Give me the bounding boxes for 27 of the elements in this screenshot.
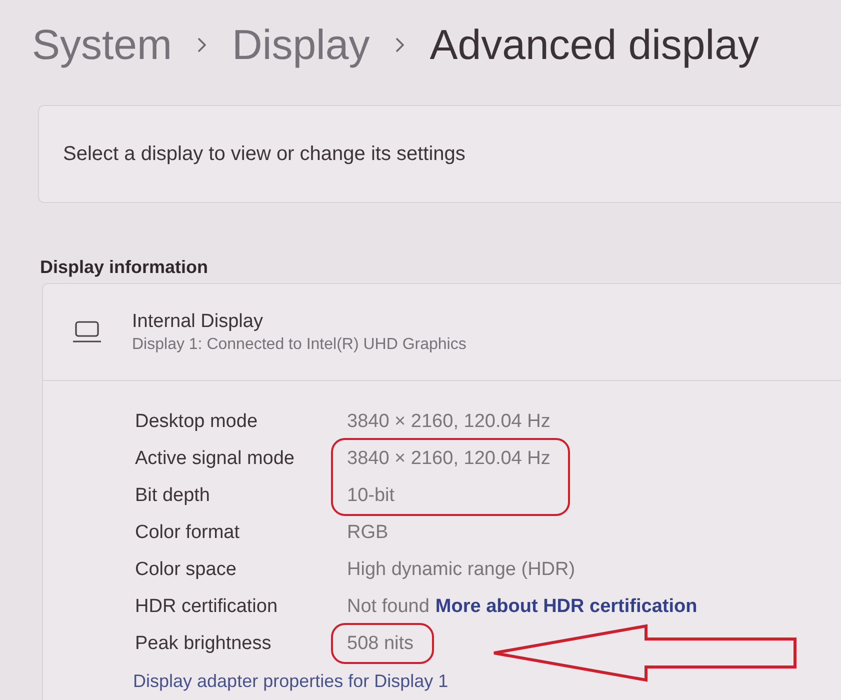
value-text: 508 nits bbox=[347, 632, 414, 656]
laptop-icon bbox=[73, 321, 101, 343]
property-label: Active signal mode bbox=[135, 446, 294, 470]
property-label: Peak brightness bbox=[135, 632, 272, 656]
value-text: RGB bbox=[347, 520, 388, 544]
display-name: Internal Display bbox=[132, 310, 264, 334]
breadcrumb-link[interactable]: System bbox=[32, 20, 172, 70]
property-label: HDR certification bbox=[135, 594, 278, 618]
chevron-right-icon bbox=[396, 38, 404, 52]
value-text: High dynamic range (HDR) bbox=[347, 558, 576, 582]
display-select-card[interactable]: Select a display to view or change its settings bbox=[38, 105, 841, 203]
value-text: Not found bbox=[347, 594, 430, 618]
property-label: Color space bbox=[135, 558, 236, 582]
property-label: Desktop mode bbox=[135, 410, 258, 434]
display-select-label: Select a display to view or change its settings bbox=[63, 142, 466, 167]
display-description: Display 1: Connected to Intel(R) UHD Graphics bbox=[132, 334, 466, 354]
breadcrumb-link[interactable]: Display bbox=[232, 20, 370, 70]
adapter-properties-link[interactable]: Display adapter properties for Display 1 bbox=[133, 668, 448, 692]
property-label: Color format bbox=[135, 520, 240, 544]
property-label: Bit depth bbox=[135, 484, 210, 508]
section-title: Display information bbox=[40, 256, 210, 279]
chevron-right-icon bbox=[198, 38, 206, 52]
value-text: 3840 × 2160, 120.04 Hz bbox=[347, 410, 550, 434]
hdr-info-link[interactable]: More about HDR certification bbox=[435, 594, 698, 618]
value-text: 10-bit bbox=[347, 484, 395, 508]
value-text: 3840 × 2160, 120.04 Hz bbox=[347, 446, 550, 470]
page-title: Advanced display bbox=[430, 20, 759, 70]
